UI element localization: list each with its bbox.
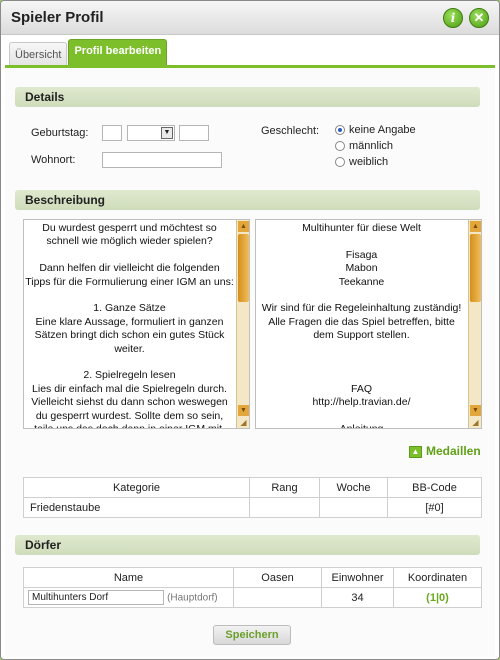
medal-icon: ▲ xyxy=(409,445,422,458)
title-bar: Spieler Profil i ✕ xyxy=(1,1,499,35)
radio[interactable] xyxy=(335,141,345,152)
radio[interactable] xyxy=(335,157,345,168)
birthday-month-select[interactable]: ▼ xyxy=(127,125,175,141)
gender-option-label: keine Angabe xyxy=(349,124,416,136)
column-header: Einwohner xyxy=(321,567,394,588)
scroll-thumb[interactable] xyxy=(470,234,481,302)
description-textarea-right[interactable]: Multihunter für diese Welt Fisaga Mabon … xyxy=(255,219,482,429)
residence-label: Wohnort: xyxy=(31,154,76,166)
tab-overview[interactable]: Übersicht xyxy=(9,42,68,66)
column-header: Oasen xyxy=(233,567,322,588)
radio-selected[interactable] xyxy=(335,125,345,136)
medals-link[interactable]: ▲ Medaillen xyxy=(409,444,481,458)
village-oases xyxy=(233,587,322,608)
tab-edit-profile[interactable]: Profil bearbeiten xyxy=(68,39,168,66)
save-button[interactable]: Speichern xyxy=(213,625,291,645)
scrollbar[interactable]: ▲ ▼ ◢ xyxy=(468,220,481,428)
column-header: Koordinaten xyxy=(393,567,482,588)
scroll-up-icon[interactable]: ▲ xyxy=(470,221,481,232)
capital-tag: (Hauptdorf) xyxy=(167,592,218,604)
description-text-right: Multihunter für diese Welt Fisaga Mabon … xyxy=(261,222,462,428)
chevron-down-icon: ▼ xyxy=(161,127,173,139)
gender-option-label: männlich xyxy=(349,140,394,152)
table-header-row: Name Oasen Einwohner Koordinaten xyxy=(23,567,482,588)
birthday-label: Geburtstag: xyxy=(31,127,89,139)
gender-label: Geschlecht: xyxy=(261,125,320,137)
scroll-down-icon[interactable]: ▼ xyxy=(238,405,249,416)
scroll-down-icon[interactable]: ▼ xyxy=(470,405,481,416)
table-row: Multihunters Dorf (Hauptdorf) 34 (1|0) xyxy=(23,587,482,608)
village-name-cell: Multihunters Dorf (Hauptdorf) xyxy=(23,587,234,608)
info-icon[interactable]: i xyxy=(443,8,463,28)
close-icon[interactable]: ✕ xyxy=(469,8,489,28)
column-header: Kategorie xyxy=(23,477,250,498)
column-header: Woche xyxy=(319,477,388,498)
residence-input[interactable] xyxy=(102,152,222,168)
tab-bar: Übersicht Profil bearbeiten xyxy=(9,39,168,66)
details-header: Details xyxy=(15,87,480,107)
column-header: Name xyxy=(23,567,234,588)
village-name-input[interactable]: Multihunters Dorf xyxy=(28,590,164,605)
table-row: Friedenstaube [#0] xyxy=(23,497,482,518)
resize-grip-icon[interactable]: ◢ xyxy=(238,418,249,428)
gender-option-male[interactable]: männlich xyxy=(335,140,393,152)
gender-option-label: weiblich xyxy=(349,156,389,168)
resize-grip-icon[interactable]: ◢ xyxy=(470,418,481,428)
birthday-day-input[interactable] xyxy=(102,125,122,141)
medal-week xyxy=(319,497,388,518)
gender-option-female[interactable]: weiblich xyxy=(335,156,388,168)
village-population: 34 xyxy=(321,587,394,608)
medals-link-label: Medaillen xyxy=(426,444,481,458)
villages-table: Name Oasen Einwohner Koordinaten Multihu… xyxy=(23,567,482,608)
birthday-year-input[interactable] xyxy=(179,125,209,141)
medal-category: Friedenstaube xyxy=(23,497,250,518)
medal-rank xyxy=(249,497,320,518)
description-text-left: Du wurdest gesperrt und möchtest so schn… xyxy=(25,222,234,428)
villages-header: Dörfer xyxy=(15,535,480,555)
gender-option-none[interactable]: keine Angabe xyxy=(335,124,416,136)
table-header-row: Kategorie Rang Woche BB-Code xyxy=(23,477,482,498)
profile-window: Spieler Profil i ✕ Übersicht Profil bearb… xyxy=(0,0,500,660)
column-header: Rang xyxy=(249,477,320,498)
scroll-thumb[interactable] xyxy=(238,234,249,302)
scrollbar[interactable]: ▲ ▼ ◢ xyxy=(236,220,249,428)
scroll-up-icon[interactable]: ▲ xyxy=(238,221,249,232)
village-coordinates-cell: (1|0) xyxy=(393,587,482,608)
medal-bbcode: [#0] xyxy=(387,497,482,518)
description-header: Beschreibung xyxy=(15,190,480,210)
village-coordinates-link[interactable]: (1|0) xyxy=(426,592,449,604)
medals-table: Kategorie Rang Woche BB-Code Friedenstau… xyxy=(23,477,482,518)
description-textarea-left[interactable]: Du wurdest gesperrt und möchtest so schn… xyxy=(23,219,250,429)
window-title: Spieler Profil xyxy=(11,9,104,26)
column-header: BB-Code xyxy=(387,477,482,498)
